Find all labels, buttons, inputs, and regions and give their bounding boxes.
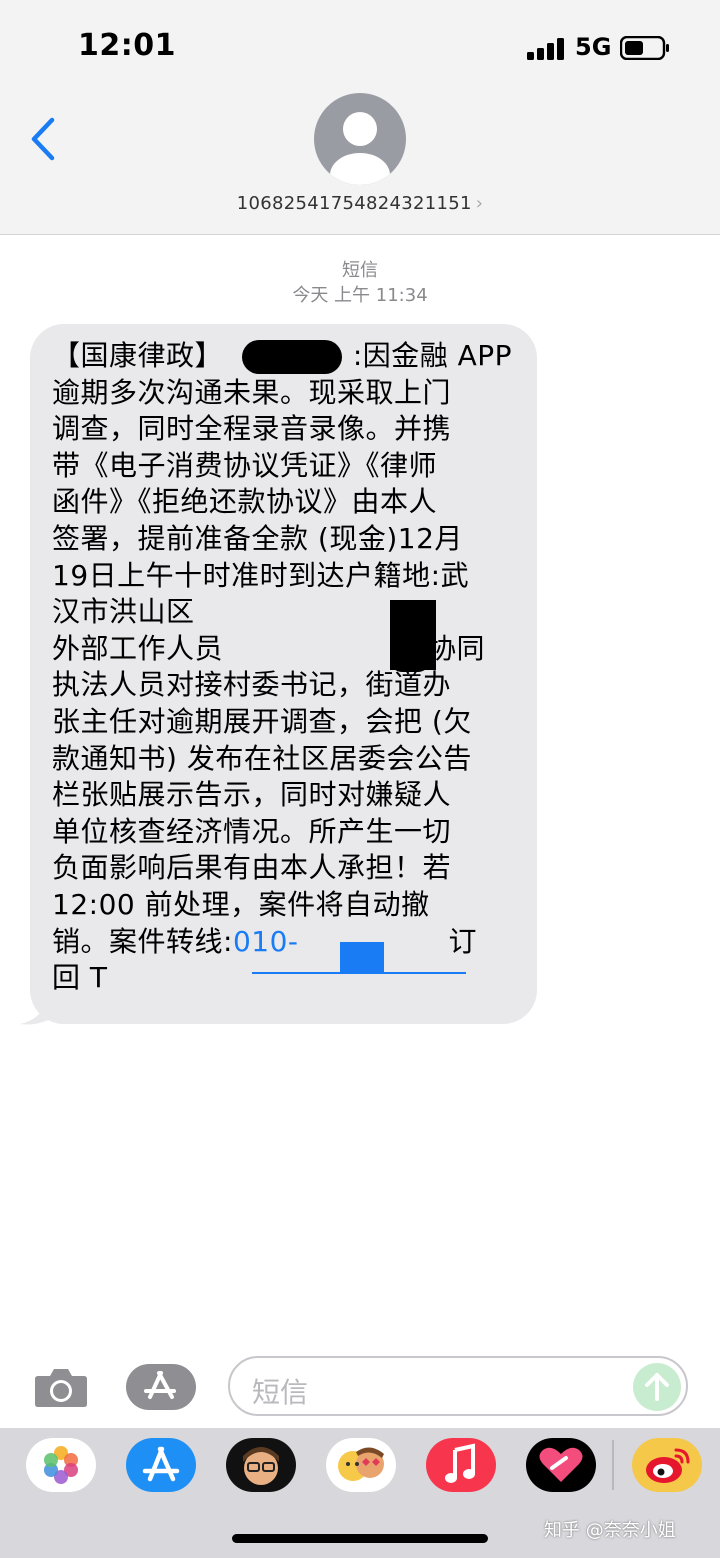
incoming-message-bubble[interactable]: 【国康律政】 :因金融 APP 逾期多次沟通未果。现采取上门 调查，同时全程录音… [30,324,537,1024]
network-type: 5G [575,33,612,61]
animoji-stickers-icon[interactable] [326,1438,396,1492]
contact-number: 10682541754824321151 [236,193,472,214]
music-icon[interactable] [426,1438,496,1492]
digital-touch-icon[interactable] [526,1438,596,1492]
redaction-mark [340,942,384,974]
message-text: 【国康律政】 :因金融 APP 逾期多次沟通未果。现采取上门 调查，同时全程录音… [52,339,513,958]
message-input[interactable]: 短信 [228,1356,688,1416]
conversation-header: 12:01 5G 10682541754824321151 › [0,0,720,235]
message-body: 【国康律政】 :因金融 APP 逾期多次沟通未果。现采取上门 调查，同时全程录音… [52,338,522,997]
send-arrow-icon[interactable] [633,1363,681,1411]
battery-icon [620,36,669,60]
drawer-separator [612,1440,614,1490]
message-timestamp: 今天 上午 11:34 [292,285,428,306]
message-input-placeholder: 短信 [252,1376,309,1409]
app-store-icon[interactable] [126,1364,196,1410]
chevron-right-icon: › [475,193,484,214]
contact-number-button[interactable]: 10682541754824321151 › [0,193,720,214]
weibo-icon[interactable] [632,1438,702,1492]
redaction-mark [390,624,430,672]
home-indicator[interactable] [232,1534,488,1543]
status-time: 12:01 [78,28,176,63]
contact-avatar-icon[interactable] [314,93,406,185]
memoji-icon[interactable] [226,1438,296,1492]
back-chevron-icon[interactable] [28,116,58,162]
redaction-mark [242,340,342,374]
message-channel: 短信 [342,260,378,281]
phone-link[interactable]: 010- [233,925,299,958]
signal-icon [527,38,567,60]
camera-icon[interactable] [34,1366,88,1408]
app-store-icon[interactable] [126,1438,196,1492]
photos-icon[interactable] [26,1438,96,1492]
message-meta: 短信 今天 上午 11:34 [0,258,720,308]
watermark: 知乎 @奈奈小姐 [544,1520,676,1541]
link-underline [252,972,466,974]
app-drawer: 知乎 @奈奈小姐 [0,1428,720,1558]
